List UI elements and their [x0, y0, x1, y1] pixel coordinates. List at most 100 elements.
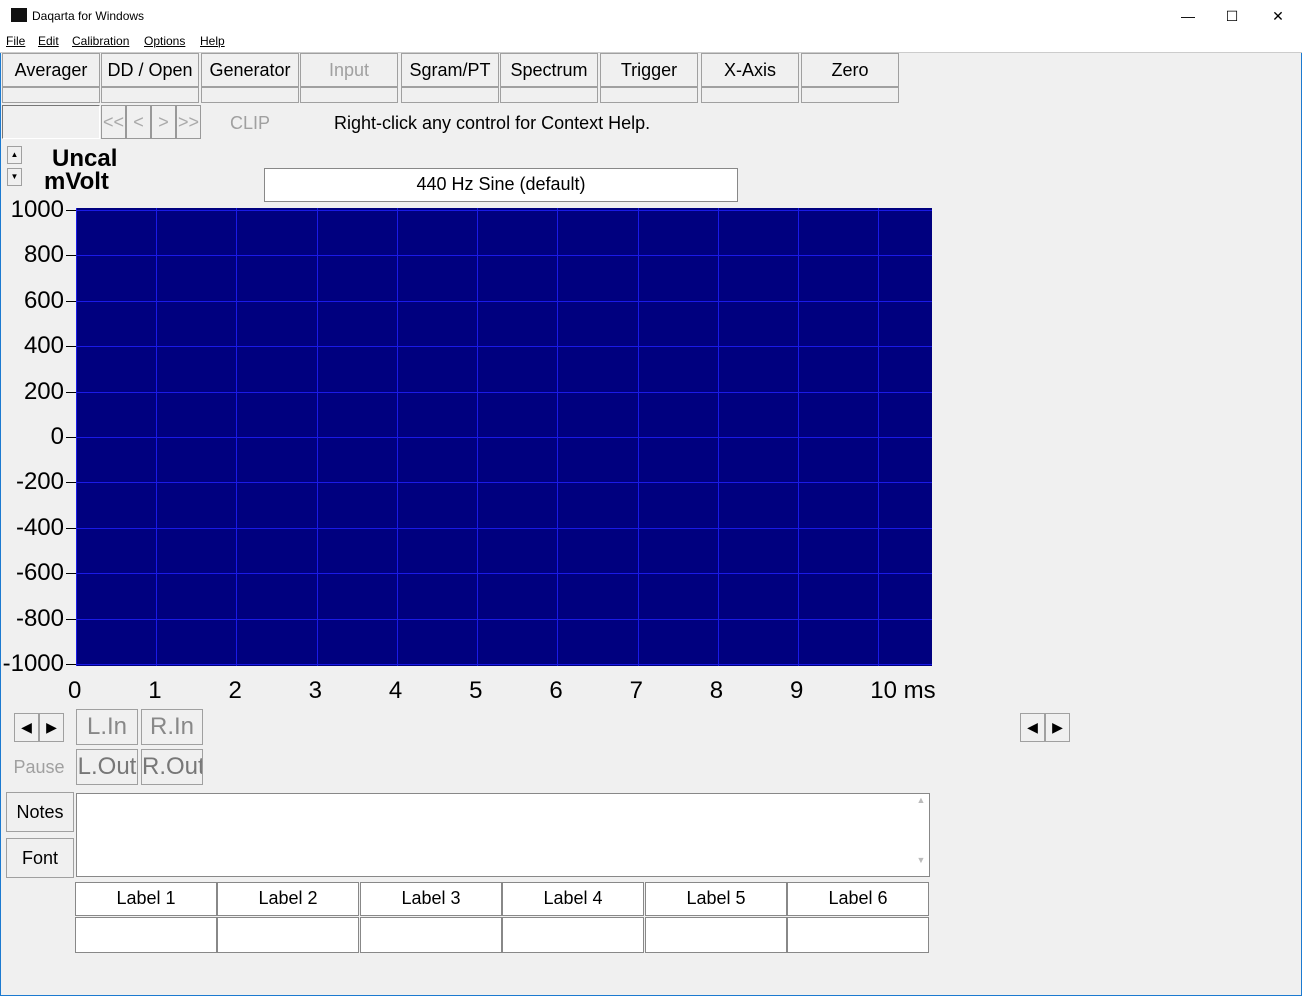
label-value-1[interactable] — [75, 917, 217, 953]
tab-averager[interactable]: Averager — [2, 53, 100, 87]
h-gridline — [76, 573, 932, 575]
y-tick-mark — [66, 255, 76, 257]
v-gridline — [156, 208, 158, 666]
x-tick-label: 3 — [308, 677, 323, 704]
tab-indicator — [201, 87, 299, 103]
h-gridline — [76, 210, 932, 211]
label-header-1[interactable]: Label 1 — [75, 882, 217, 916]
tab-indicator — [401, 87, 499, 103]
title-bar — [0, 0, 1302, 32]
help-text: Right-click any control for Context Help… — [334, 113, 651, 133]
y-tick-label: -800 — [15, 604, 64, 632]
menu-calibration[interactable]: Calibration — [72, 34, 129, 48]
y-tick-mark — [66, 346, 76, 348]
v-gridline — [798, 208, 800, 666]
x-tick-label: 2 — [228, 677, 242, 704]
tab-zero[interactable]: Zero — [801, 53, 899, 87]
tab-indicator — [300, 87, 398, 103]
y-tick-label: -400 — [15, 513, 64, 541]
x-tick-label: 5 — [469, 677, 483, 704]
tab-indicator — [701, 87, 799, 103]
tab-generator[interactable]: Generator — [201, 53, 299, 87]
y-tick-mark — [66, 664, 76, 665]
nav-next-button[interactable]: > — [151, 105, 176, 139]
left-out-button[interactable]: L.Out — [76, 749, 138, 785]
y-tick-label: 600 — [23, 286, 64, 314]
label-header-3[interactable]: Label 3 — [360, 882, 502, 916]
maximize-button[interactable]: ☐ — [1209, 4, 1255, 28]
notes-scrollbar[interactable]: ▲ ▼ — [914, 795, 928, 875]
v-gridline — [477, 208, 479, 666]
h-gridline — [76, 346, 932, 348]
tab-spectrum[interactable]: Spectrum — [500, 53, 598, 87]
app-icon — [11, 8, 27, 22]
clip-indicator: CLIP — [229, 113, 271, 133]
menu-edit[interactable]: Edit — [38, 34, 59, 48]
v-gridline — [637, 208, 639, 666]
h-gridline — [76, 437, 932, 438]
nav-last-button[interactable]: >> — [176, 105, 201, 139]
h-gridline — [76, 618, 932, 620]
label-value-3[interactable] — [360, 917, 502, 953]
y-tick-mark — [66, 482, 76, 484]
h-gridline — [76, 391, 932, 393]
scroll-right-button[interactable]: ▶ — [39, 713, 64, 742]
x-tick-label: 0 — [68, 677, 82, 704]
y-tick-mark — [66, 618, 76, 620]
h-gridline — [76, 255, 932, 257]
y-tick-mark — [66, 527, 76, 529]
generator-status[interactable]: 440 Hz Sine (default) — [264, 168, 738, 202]
x-tick-label: 6 — [549, 677, 563, 704]
close-button[interactable]: ✕ — [1255, 4, 1301, 28]
menu-bar: File Edit Calibration Options Help — [0, 32, 1302, 53]
nav-first-button[interactable]: << — [101, 105, 126, 139]
tab-sgram-pt[interactable]: Sgram/PT — [401, 53, 499, 87]
x-scroll-right-button[interactable]: ▶ — [1045, 713, 1070, 742]
h-gridline — [76, 482, 932, 484]
right-out-button[interactable]: R.Out — [141, 749, 203, 785]
tab-indicator — [600, 87, 698, 103]
y-tick-label: -600 — [15, 559, 64, 587]
x-scroll-left-button[interactable]: ◀ — [1020, 713, 1045, 742]
label-value-2[interactable] — [217, 917, 359, 953]
tab-indicator — [500, 87, 598, 103]
minimize-button[interactable]: — — [1165, 4, 1211, 28]
h-gridline — [76, 300, 932, 302]
nav-prev-button[interactable]: < — [126, 105, 151, 139]
y-units-line2: mVolt — [44, 168, 109, 195]
h-gridline — [76, 527, 932, 529]
notes-textarea[interactable] — [76, 793, 930, 877]
scale-up-button[interactable]: ▲ — [7, 146, 22, 164]
scale-down-button[interactable]: ▼ — [7, 168, 22, 186]
label-value-5[interactable] — [645, 917, 787, 953]
tab-trigger[interactable]: Trigger — [600, 53, 698, 87]
pause-button[interactable]: Pause — [2, 749, 76, 785]
y-tick-label: -200 — [15, 468, 64, 496]
label-header-6[interactable]: Label 6 — [787, 882, 929, 916]
menu-help[interactable]: Help — [200, 34, 225, 48]
x-tick-label: 4 — [388, 677, 403, 704]
tab-input[interactable]: Input — [300, 53, 398, 87]
label-value-6[interactable] — [787, 917, 929, 953]
x-tick-label: 9 — [790, 677, 804, 704]
menu-options[interactable]: Options — [144, 34, 185, 48]
label-header-2[interactable]: Label 2 — [217, 882, 359, 916]
menu-file[interactable]: File — [6, 34, 25, 48]
x-tick-label: 10 ms — [870, 677, 936, 704]
v-gridline — [396, 208, 398, 666]
label-value-4[interactable] — [502, 917, 644, 953]
file-index-field[interactable] — [2, 105, 100, 139]
notes-button[interactable]: Notes — [6, 792, 74, 832]
v-gridline — [76, 208, 77, 666]
label-header-5[interactable]: Label 5 — [645, 882, 787, 916]
tab-x-axis[interactable]: X-Axis — [701, 53, 799, 87]
waveform-plot[interactable] — [76, 208, 932, 666]
scroll-left-button[interactable]: ◀ — [14, 713, 39, 742]
v-gridline — [236, 208, 238, 666]
font-button[interactable]: Font — [6, 838, 74, 878]
right-in-button[interactable]: R.In — [141, 709, 203, 745]
left-in-button[interactable]: L.In — [76, 709, 138, 745]
tab-dd-open[interactable]: DD / Open — [101, 53, 199, 87]
label-header-4[interactable]: Label 4 — [502, 882, 644, 916]
y-tick-mark — [66, 210, 76, 211]
